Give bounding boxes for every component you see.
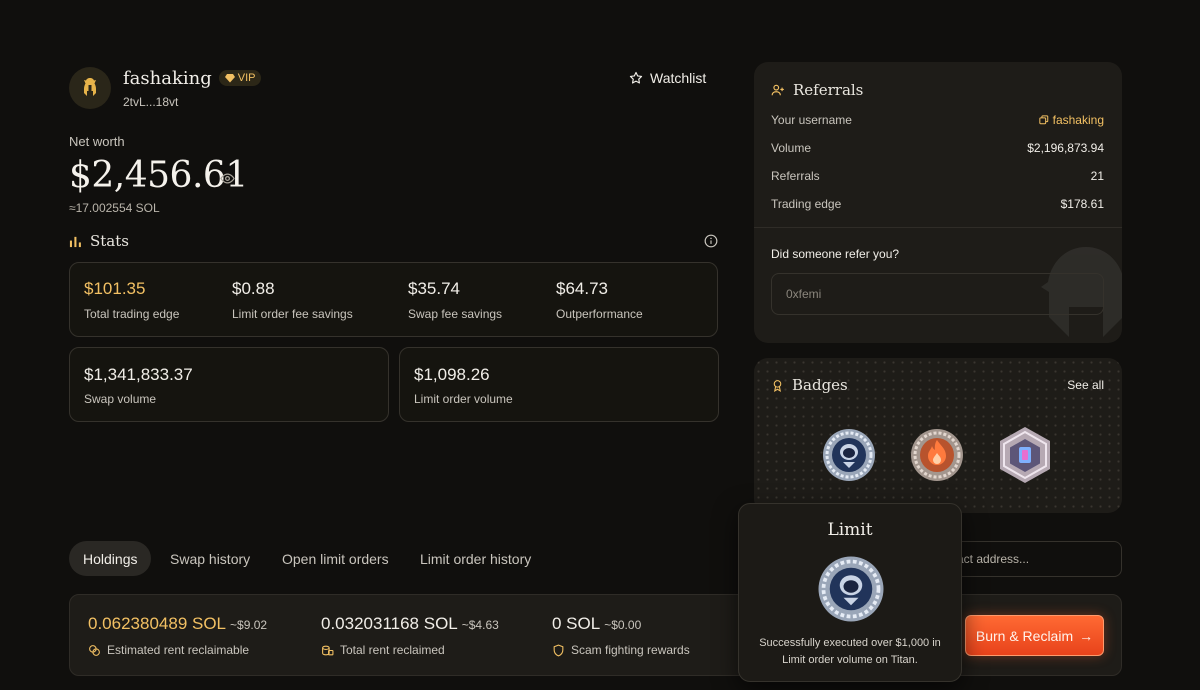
holding-usd: ~$4.63 (461, 618, 499, 632)
ref-value: $2,196,873.94 (1027, 141, 1104, 155)
stat-swap-fee-savings: $35.74 Swap fee savings (408, 279, 502, 321)
shield-icon (553, 644, 564, 657)
ref-key: Volume (771, 141, 812, 155)
tab-open-limit-orders[interactable]: Open limit orders (282, 541, 389, 576)
wallet-address[interactable]: 2tvL...18vt (123, 95, 261, 109)
user-plus-icon (771, 84, 784, 96)
burn-reclaim-label: Burn & Reclaim (975, 627, 1074, 644)
referrals-header: Referrals (771, 81, 863, 99)
holding-sol: 0 SOL (552, 614, 601, 633)
ref-key: Your username (771, 113, 852, 127)
networth-sol: ≈17.002554 SOL (69, 201, 160, 215)
avatar[interactable] (69, 67, 111, 109)
eye-icon[interactable] (220, 171, 235, 186)
tab-swap-history[interactable]: Swap history (170, 541, 250, 576)
see-all-badges-link[interactable]: See all (1067, 378, 1104, 392)
stats-card: $101.35 Total trading edge $0.88 Limit o… (69, 262, 718, 337)
ref-value: 21 (1090, 169, 1104, 183)
referrals-panel: Referrals Your username fashaking Volume… (754, 62, 1122, 343)
ref-row-volume: Volume $2,196,873.94 (771, 141, 1104, 155)
tooltip-title: Limit (827, 520, 873, 540)
limit-order-volume-card: $1,098.26 Limit order volume (399, 347, 719, 422)
badge-tooltip: Limit Successfully executed over $1,000 … (738, 503, 962, 682)
limit-badge-icon (818, 556, 884, 622)
ref-value: fashaking (1052, 113, 1104, 127)
stat-label: Outperformance (556, 307, 643, 321)
stat-limit-order-fee-savings: $0.88 Limit order fee savings (232, 279, 353, 321)
coin-stack-icon (322, 645, 334, 655)
badges-title: Badges (792, 376, 848, 394)
watchlist-button[interactable]: Watchlist (629, 70, 706, 86)
holding-rent-reclaimed: 0.032031168 SOL ~$4.63 Total rent reclai… (321, 614, 499, 657)
burn-reclaim-button[interactable]: Burn & Reclaim → (965, 615, 1104, 656)
username: fashaking (123, 67, 212, 89)
referral-code-input[interactable] (771, 273, 1104, 315)
ref-row-referrals: Referrals 21 (771, 169, 1104, 183)
swap-volume-label: Swap volume (84, 392, 157, 406)
info-icon[interactable] (704, 234, 718, 248)
copy-icon (1038, 115, 1048, 125)
holding-sol: 0.062380489 SOL (88, 614, 227, 633)
watchlist-label: Watchlist (650, 70, 707, 86)
vip-badge: VIP (218, 70, 262, 86)
stat-label: Limit order fee savings (232, 307, 353, 321)
stat-label: Swap fee savings (408, 307, 503, 321)
copy-username-button[interactable]: fashaking (1038, 113, 1104, 127)
holding-usd: ~$9.02 (230, 618, 268, 632)
vip-label: VIP (237, 72, 256, 84)
holding-label: Scam fighting rewards (571, 643, 690, 657)
holding-rent-reclaimable: 0.062380489 SOL ~$9.02 Estimated rent re… (88, 614, 267, 657)
stats-title: Stats (90, 232, 129, 250)
limit-order-volume-label: Limit order volume (414, 392, 513, 406)
swap-volume-value: $1,341,833.37 (84, 365, 193, 384)
ref-row-trading-edge: Trading edge $178.61 (771, 197, 1104, 211)
holdings-summary-card: 0.062380489 SOL ~$9.02 Estimated rent re… (69, 594, 1122, 676)
holding-usd: ~$0.00 (604, 618, 642, 632)
arrow-right-icon: → (1079, 627, 1094, 644)
stat-value: $101.35 (84, 279, 146, 298)
fire-badge-icon[interactable] (909, 426, 965, 484)
swap-volume-card: $1,341,833.37 Swap volume (69, 347, 389, 422)
stat-value: $0.88 (232, 279, 275, 298)
stat-total-trading-edge: $101.35 Total trading edge (84, 279, 179, 321)
ref-row-username: Your username fashaking (771, 113, 1104, 127)
badges-header: Badges (771, 376, 848, 394)
stat-value: $64.73 (556, 279, 608, 298)
coins-icon (89, 644, 100, 656)
profile-header: fashaking VIP 2tvL...18vt (69, 67, 262, 109)
stat-outperformance: $64.73 Outperformance (556, 279, 643, 321)
hexagon-badge-icon[interactable] (997, 426, 1053, 484)
ref-value: $178.61 (1060, 197, 1104, 211)
referrals-title: Referrals (793, 81, 864, 99)
stat-value: $35.74 (408, 279, 460, 298)
stats-header: Stats (69, 232, 129, 250)
holding-label: Total rent reclaimed (340, 643, 445, 657)
holding-scam-rewards: 0 SOL ~$0.00 Scam fighting rewards (552, 614, 690, 657)
badges-panel: Badges See all (754, 358, 1122, 513)
holding-label: Estimated rent reclaimable (107, 643, 250, 657)
star-icon (629, 71, 643, 84)
ref-key: Trading edge (771, 197, 842, 211)
tab-holdings[interactable]: Holdings (69, 541, 152, 576)
spartan-helmet-icon (84, 78, 96, 96)
referral-question: Did someone refer you? (771, 247, 900, 261)
limit-order-volume-value: $1,098.26 (414, 365, 490, 384)
divider (754, 227, 1122, 228)
tab-limit-order-history[interactable]: Limit order history (420, 541, 531, 576)
stat-label: Total trading edge (84, 307, 180, 321)
tooltip-description: Successfully executed over $1,000 in Lim… (759, 637, 941, 666)
ref-key: Referrals (771, 169, 820, 183)
networth-label: Net worth (69, 134, 125, 149)
diamond-icon (224, 74, 235, 83)
holding-sol: 0.032031168 SOL (321, 614, 458, 633)
bar-chart-icon (69, 236, 81, 247)
limit-badge-icon[interactable] (821, 426, 877, 484)
award-icon (773, 379, 782, 392)
